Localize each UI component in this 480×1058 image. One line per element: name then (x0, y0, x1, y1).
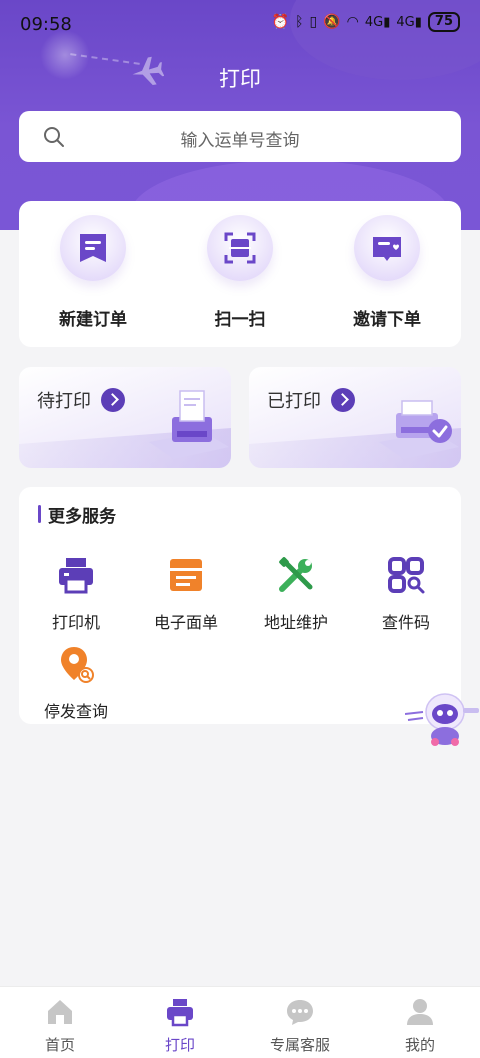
printed-card[interactable]: 已打印 (249, 367, 461, 468)
new-order-label: 新建订单 (59, 310, 127, 330)
tab-customer-service-label: 专属客服 (269, 1036, 330, 1054)
chevron-right-icon (101, 388, 125, 412)
service-e-waybill-label: 电子面单 (153, 613, 218, 632)
tab-print-label: 打印 (164, 1036, 195, 1054)
signal-4g-icon: 4G▮ (396, 14, 422, 30)
invite-order-label: 邀请下单 (353, 310, 421, 330)
query-code-icon (388, 557, 425, 594)
alarm-icon: ⏰ (271, 14, 290, 30)
service-stop-query-label: 停发查询 (43, 702, 108, 721)
bottom-tab-bar: 首页 打印 专属客服 我的 (0, 986, 480, 1058)
section-accent-bar (38, 505, 41, 523)
mascot-assistant-icon[interactable] (405, 690, 480, 748)
home-icon (48, 1000, 72, 1024)
user-icon (407, 999, 433, 1025)
scan-icon (224, 232, 256, 264)
more-services-card: 更多服务 打印机 电子面单 地址维护 查件码 停发查询 (19, 487, 461, 724)
pending-print-card[interactable]: 待打印 (19, 367, 231, 468)
service-address-maintenance[interactable]: 地址维护 (246, 555, 346, 633)
chat-icon (287, 1000, 313, 1025)
service-query-code-label: 查件码 (381, 613, 430, 632)
scan-button[interactable]: 扫一扫 (185, 215, 295, 330)
new-order-icon (80, 234, 106, 262)
search-input[interactable]: 输入运单号查询 (19, 111, 461, 162)
printer-done-illustration-icon (379, 400, 459, 459)
battery-indicator: 75 (427, 12, 460, 32)
tab-customer-service[interactable]: 专属客服 (240, 997, 360, 1055)
quick-actions-card: 新建订单 扫一扫 邀请下单 (19, 201, 461, 347)
service-stop-query[interactable]: 停发查询 (26, 644, 126, 722)
tab-profile-label: 我的 (404, 1036, 435, 1054)
wrench-screwdriver-icon (279, 557, 313, 592)
search-placeholder: 输入运单号查询 (180, 131, 300, 151)
chevron-right-icon (331, 388, 355, 412)
mute-icon: 🔕 (323, 14, 341, 30)
service-e-waybill[interactable]: 电子面单 (136, 555, 236, 633)
printer-tab-icon (167, 999, 193, 1027)
status-time: 09:58 (20, 14, 72, 35)
bluetooth-icon: ᛒ (295, 14, 304, 30)
tab-home-label: 首页 (44, 1036, 75, 1054)
scan-label: 扫一扫 (214, 310, 266, 330)
service-printer[interactable]: 打印机 (26, 555, 126, 633)
e-waybill-icon (170, 559, 202, 591)
invite-order-icon (373, 237, 401, 261)
status-icons: ⏰ ᛒ ▯ 🔕 ◠ 4G▮ 4G▮ 75 (272, 12, 460, 32)
signal-4g-icon: 4G▮ (364, 14, 391, 30)
service-query-code[interactable]: 查件码 (356, 555, 456, 633)
printer-illustration-icon (149, 390, 229, 459)
more-services-title: 更多服务 (48, 507, 116, 527)
tab-profile[interactable]: 我的 (360, 997, 480, 1055)
status-bar: 09:58 ⏰ ᛒ ▯ 🔕 ◠ 4G▮ 4G▮ 75 (0, 0, 480, 50)
printed-label: 已打印 (267, 391, 321, 412)
printer-icon (59, 558, 93, 594)
page-title: 打印 (219, 67, 261, 91)
service-address-maintenance-label: 地址维护 (263, 613, 328, 632)
location-search-icon (61, 647, 94, 683)
new-order-button[interactable]: 新建订单 (38, 215, 148, 330)
invite-order-button[interactable]: 邀请下单 (332, 215, 442, 330)
tab-print[interactable]: 打印 (120, 997, 240, 1055)
pending-print-label: 待打印 (37, 391, 91, 412)
vibrate-icon: ▯ (309, 14, 318, 30)
tab-home[interactable]: 首页 (0, 997, 120, 1055)
wifi-icon: ◠ (346, 14, 359, 30)
service-printer-label: 打印机 (51, 613, 100, 632)
